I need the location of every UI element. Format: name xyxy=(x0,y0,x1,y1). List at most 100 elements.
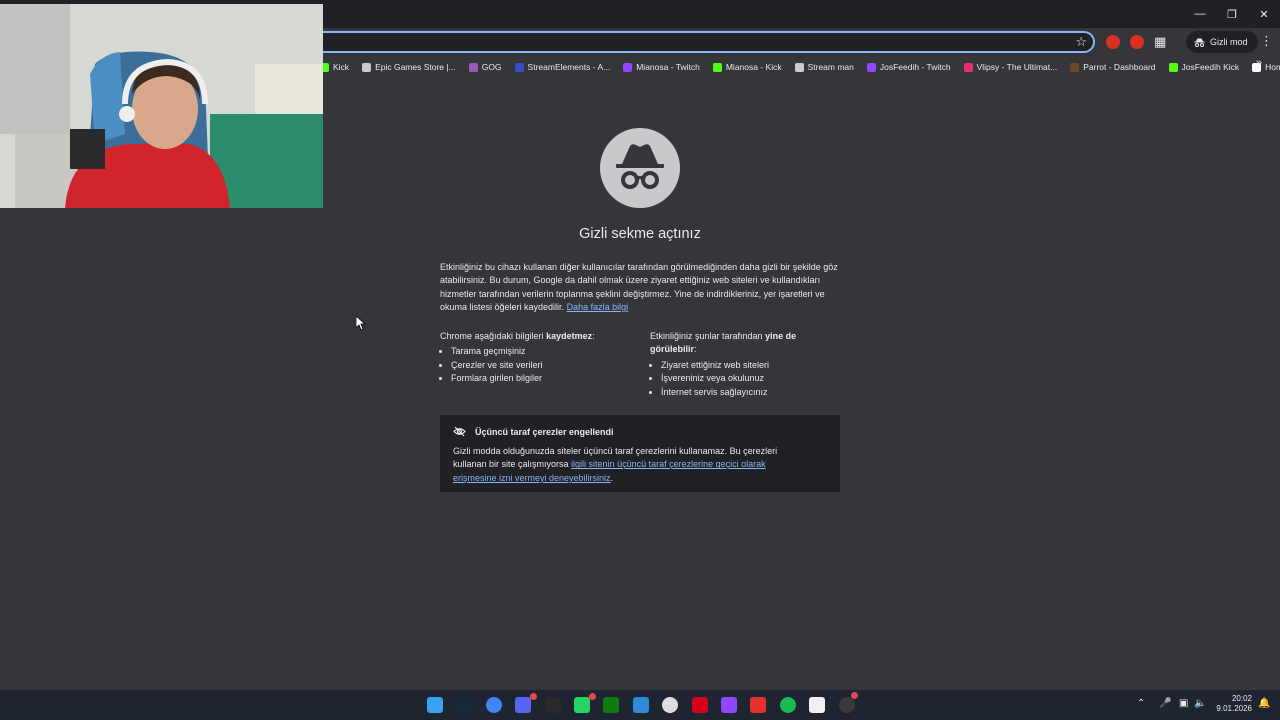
menu-kebab-icon[interactable]: ⋮ xyxy=(1260,33,1273,49)
tray-overflow-icon[interactable]: ⌃ xyxy=(1137,698,1145,709)
bookmark-label: Vlipsy - The Ultimat... xyxy=(976,62,1058,72)
bookmark-label: Home xyxy=(1265,62,1280,72)
network-icon[interactable]: ▣ xyxy=(1179,698,1188,709)
bookmark-label: Epic Games Store |... xyxy=(375,62,456,72)
still-visible-list: Ziyaret ettiğiniz web siteleriİşverenini… xyxy=(650,359,830,399)
windows-start-icon[interactable] xyxy=(427,697,443,713)
chrome-icon[interactable] xyxy=(485,697,502,713)
bookmarks-bar: Kick Epic Games Store |... GOG StreamElemen… xyxy=(320,57,1280,77)
not-saved-column: Chrome aşağıdaki bilgileri kaydetmez: Ta… xyxy=(440,330,640,386)
incognito-label: Gizli mod xyxy=(1210,37,1248,47)
restore-icon[interactable]: ❐ xyxy=(1216,0,1248,28)
extension-icon[interactable] xyxy=(1130,35,1144,49)
list-item: İnternet servis sağlayıcınız xyxy=(661,386,830,399)
bookmark-item[interactable]: Parrot - Dashboard xyxy=(1070,62,1156,72)
list-item: Tarama geçmişiniz xyxy=(451,345,640,358)
app-red-2-icon[interactable] xyxy=(750,697,767,713)
bookmark-favicon-icon xyxy=(794,62,804,72)
bookmark-item[interactable]: JosFeedih Kick xyxy=(1168,62,1240,72)
epic-games-icon[interactable] xyxy=(544,697,561,713)
bookmark-label: Parrot - Dashboard xyxy=(1083,62,1156,72)
bookmark-item[interactable]: JosFeedih - Twitch xyxy=(866,62,951,72)
third-party-cookies-card: Üçüncü taraf çerezler engellendi Gizli m… xyxy=(440,415,840,492)
bookmark-item[interactable]: Stream man xyxy=(794,62,854,72)
eye-off-icon xyxy=(453,426,466,437)
steelseries-icon[interactable] xyxy=(662,697,679,713)
cookies-text: Gizli modda olduğunuzda siteler üçüncü t… xyxy=(453,446,778,483)
bookmark-star-icon[interactable]: ☆ xyxy=(1075,34,1087,50)
close-icon[interactable]: ✕ xyxy=(1248,0,1280,28)
microphone-icon[interactable]: 🎤 xyxy=(1159,698,1171,709)
bookmark-label: Stream man xyxy=(807,62,854,72)
capcut-icon[interactable] xyxy=(809,697,826,713)
still-visible-column: Etkinliğiniz şunlar tarafından yine de g… xyxy=(650,330,830,399)
list-item: İşvereniniz veya okulunuz xyxy=(661,372,830,385)
bookmark-item[interactable]: Mianosa - Kick xyxy=(712,62,782,72)
intro-paragraph: Etkinliğiniz bu cihazı kullanan diğer ku… xyxy=(440,261,840,314)
bookmark-item[interactable]: Mianosa - Twitch xyxy=(623,62,700,72)
whatsapp-icon[interactable] xyxy=(574,697,590,713)
bookmark-label: Kick xyxy=(333,62,350,72)
list-item: Çerezler ve site verileri xyxy=(451,359,640,372)
not-saved-list: Tarama geçmişinizÇerezler ve site verile… xyxy=(440,345,640,385)
bookmark-item[interactable]: Epic Games Store |... xyxy=(362,62,456,72)
extensions-puzzle-icon[interactable]: ▦ xyxy=(1154,34,1166,50)
bookmark-item[interactable]: StreamElements - A... xyxy=(514,62,611,72)
bookmark-favicon-icon xyxy=(712,62,722,72)
bookmark-label: StreamElements - A... xyxy=(527,62,611,72)
bookmark-favicon-icon xyxy=(866,62,876,72)
bookmark-favicon-icon xyxy=(1070,62,1080,72)
bookmark-item[interactable]: Kick xyxy=(320,62,349,72)
photos-icon[interactable] xyxy=(632,697,649,713)
steam-icon[interactable] xyxy=(456,697,473,713)
intro-text: Etkinliğiniz bu cihazı kullanan diğer ku… xyxy=(440,262,838,312)
notification-badge xyxy=(851,692,858,699)
bookmark-label: GOG xyxy=(481,62,502,72)
notification-badge xyxy=(530,693,537,700)
incognito-icon xyxy=(616,144,664,189)
xbox-icon[interactable] xyxy=(603,697,620,713)
spotify-icon[interactable] xyxy=(779,697,796,713)
address-bar[interactable]: ☆ xyxy=(300,31,1095,53)
cookies-title: Üçüncü taraf çerezler engellendi xyxy=(475,427,614,437)
clock-date: 9.01.2026 xyxy=(1216,704,1252,713)
bookmark-favicon-icon xyxy=(963,62,973,72)
incognito-badge[interactable]: Gizli mod xyxy=(1186,31,1258,53)
bookmark-label: Mianosa - Twitch xyxy=(636,62,700,72)
webcam-feed-image xyxy=(0,4,323,208)
notification-badge xyxy=(589,693,596,700)
discord-icon[interactable] xyxy=(515,697,532,713)
bookmark-label: JosFeedih Kick xyxy=(1181,62,1240,72)
bookmark-favicon-icon xyxy=(1168,62,1178,72)
system-clock[interactable]: 20:02 9.01.2026 xyxy=(1212,694,1252,714)
list-item: Ziyaret ettiğiniz web siteleri xyxy=(661,359,830,372)
not-saved-heading: Chrome aşağıdaki bilgileri kaydetmez: xyxy=(440,331,595,341)
obs-icon[interactable] xyxy=(838,697,855,713)
bookmark-favicon-icon xyxy=(468,62,478,72)
incognito-logo xyxy=(600,128,680,208)
bookmark-item[interactable]: GOG xyxy=(468,62,502,72)
bookmark-favicon-icon xyxy=(514,62,524,72)
list-item: Formlara girilen bilgiler xyxy=(451,372,640,385)
bookmarks-overflow-icon[interactable]: » xyxy=(1256,57,1262,69)
red-app-icon[interactable] xyxy=(691,697,708,713)
page-title: Gizli sekme açtınız xyxy=(579,226,701,242)
bookmark-favicon-icon xyxy=(623,62,633,72)
bookmark-label: Mianosa - Kick xyxy=(725,62,782,72)
twitch-icon[interactable] xyxy=(721,697,737,713)
clock-time: 20:02 xyxy=(1231,694,1252,703)
still-visible-heading: Etkinliğiniz şunlar tarafından yine de g… xyxy=(650,331,797,355)
minimize-icon[interactable]: — xyxy=(1184,0,1216,28)
window-controls: — ❐ ✕ xyxy=(1184,0,1280,28)
mouse-cursor-icon xyxy=(356,316,366,331)
notifications-icon[interactable]: 🔔 xyxy=(1258,698,1270,709)
bookmark-label: JosFeedih - Twitch xyxy=(879,62,951,72)
learn-more-link[interactable]: Daha fazla bilgi xyxy=(567,302,629,312)
bookmark-item[interactable]: Vlipsy - The Ultimat... xyxy=(963,62,1058,72)
windows-taskbar: ⌃ 🎤 ▣ 🔈 20:02 9.01.2026 🔔 xyxy=(0,690,1280,720)
incognito-small-icon xyxy=(1194,38,1205,47)
volume-icon[interactable]: 🔈 xyxy=(1194,698,1206,709)
bookmark-favicon-icon xyxy=(362,62,372,72)
extension-icon[interactable] xyxy=(1106,35,1120,49)
webcam-overlay xyxy=(0,4,323,208)
